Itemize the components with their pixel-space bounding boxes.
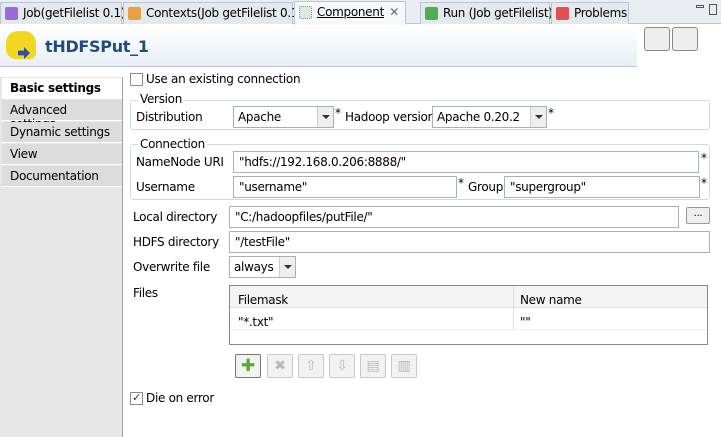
required-mark: * [335,106,341,120]
tab-problems[interactable]: Problems [551,2,629,24]
add-row-button[interactable]: ✚ [235,354,261,378]
overwrite-file-label: Overwrite file [133,260,210,274]
filemask-cell[interactable]: "*.txt" [238,315,274,329]
column-header-new-name[interactable]: New name [520,293,582,307]
local-directory-label: Local directory [133,210,218,224]
plus-icon: ✚ [241,356,255,376]
die-on-error-checkbox[interactable]: ✓ [130,392,143,405]
required-mark: * [548,106,554,120]
hadoop-version-select[interactable]: Apache 0.20.2 [432,106,547,128]
copy-button[interactable]: ▤ [360,354,386,378]
chevron-down-icon [279,257,295,277]
copy-icon: ▤ [366,358,380,374]
distribution-select[interactable]: Apache [233,106,334,128]
connection-group-title: Connection [138,137,207,151]
tab-component[interactable]: Component ✕ [294,1,406,25]
sidebar-item-dynamic-settings[interactable]: Dynamic settings [2,122,122,143]
table-header [230,286,707,308]
sidebar-item-basic-settings[interactable]: Basic settings [2,78,122,99]
sidebar-item-advanced-settings[interactable]: Advanced settings [2,100,122,131]
contexts-icon [128,7,141,20]
distribution-label: Distribution [136,110,203,124]
arrow-up-icon: ⇧ [305,358,317,374]
chevron-down-icon [317,107,333,127]
namenode-uri-label: NameNode URI [136,155,224,169]
use-existing-connection-label: Use an existing connection [146,72,301,86]
tab-job[interactable]: Job(getFilelist 0.1) [0,2,126,24]
overwrite-file-select[interactable]: always [229,256,296,278]
tab-label: Component [317,5,384,19]
namenode-uri-input[interactable]: "hdfs://192.168.0.206:8888/" [233,151,699,173]
hdfs-directory-label: HDFS directory [133,235,219,249]
table-layout-button[interactable] [672,27,698,51]
tab-label: Contexts(Job getFilelist 0.1) [146,6,303,20]
move-up-button[interactable]: ⇧ [298,354,324,378]
delete-icon: ✖ [274,358,286,374]
new-name-cell[interactable]: "" [520,315,531,329]
username-input[interactable]: "username" [233,176,457,198]
files-table: Filemask New name "*.txt" "" [229,285,708,345]
move-down-button[interactable]: ⇩ [329,354,355,378]
browse-button[interactable]: ... [686,207,710,224]
close-icon[interactable]: ✕ [389,5,399,19]
problems-icon [556,7,569,20]
component-icon [299,6,312,19]
table-row[interactable]: "*.txt" "" [230,309,707,330]
group-input[interactable]: "supergroup" [504,176,700,198]
hdfs-directory-input[interactable]: "/testFile" [229,231,710,253]
sidebar-item-view[interactable]: View [2,144,122,165]
job-icon [5,7,18,20]
sidebar-item-documentation[interactable]: Documentation [2,166,122,187]
maximize-icon[interactable] [709,4,717,15]
column-header-filemask[interactable]: Filemask [238,293,288,307]
arrow-down-icon: ⇩ [336,358,348,374]
version-group-title: Version [138,92,185,106]
die-on-error-label: Die on error [146,391,214,405]
run-icon [425,7,438,20]
use-existing-connection-checkbox[interactable] [130,73,143,86]
tab-run[interactable]: Run (Job getFilelist) [420,2,553,24]
distribution-value: Apache [238,110,281,124]
group-label: Group [468,180,504,194]
required-mark: * [458,176,464,190]
local-directory-input[interactable]: "C:/hadoopfiles/putFile/" [229,206,679,228]
required-mark: * [701,151,707,165]
hadoop-version-value: Apache 0.20.2 [437,110,520,124]
required-mark: * [701,176,707,190]
tab-label: Job(getFilelist 0.1) [23,6,126,20]
overwrite-file-value: always [234,260,274,274]
component-title: tHDFSPut_1 [45,37,149,56]
files-label: Files [133,286,158,300]
chevron-down-icon [530,107,546,127]
remove-row-button[interactable]: ✖ [267,354,293,378]
paste-button[interactable]: ▥ [391,354,417,378]
tab-contexts[interactable]: Contexts(Job getFilelist 0.1) [123,2,303,24]
tab-label: Problems [574,6,627,20]
tabbed-layout-button[interactable] [644,27,670,51]
tab-label: Run (Job getFilelist) [443,6,553,20]
hadoop-version-label: Hadoop version [345,110,435,124]
username-label: Username [136,180,195,194]
minimize-icon[interactable] [696,5,704,8]
paste-icon: ▥ [397,358,411,374]
